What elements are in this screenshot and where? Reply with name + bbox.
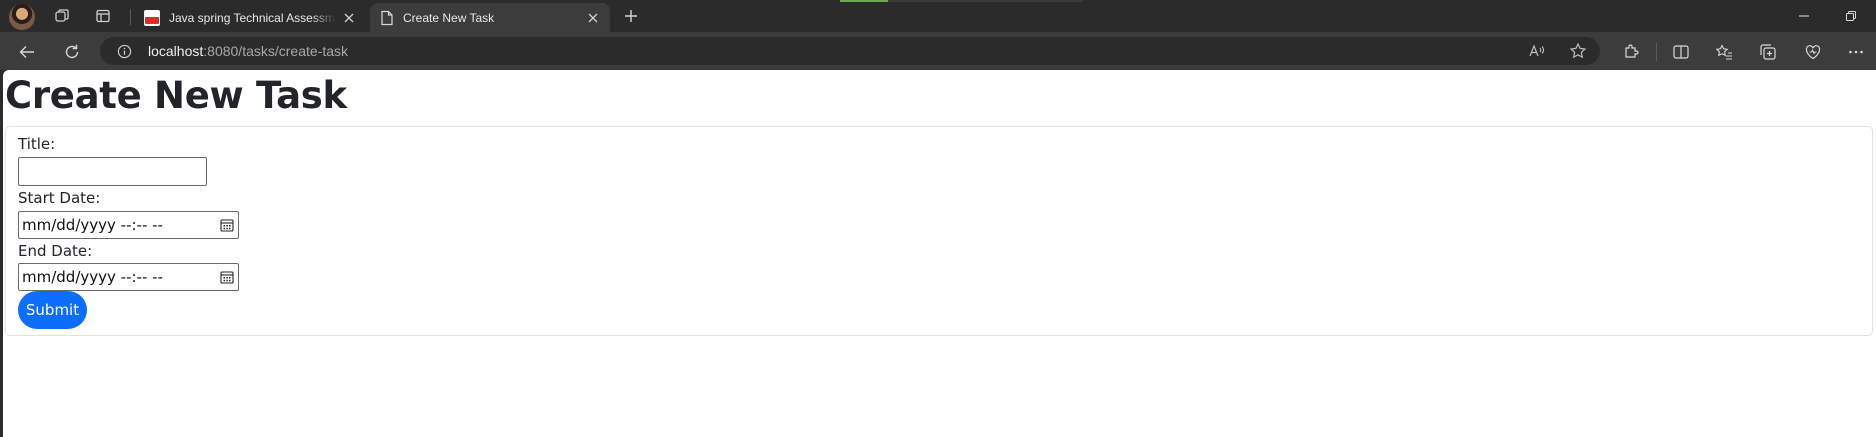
restore-icon[interactable] bbox=[1843, 8, 1859, 24]
profile-avatar[interactable] bbox=[9, 4, 35, 30]
new-tab-plus-icon[interactable] bbox=[622, 7, 640, 25]
tab-strip: Java spring Technical Assessment Create … bbox=[0, 0, 1876, 32]
extensions-puzzle-icon[interactable] bbox=[1621, 42, 1641, 62]
vertical-tabs-icon[interactable] bbox=[94, 7, 112, 25]
pdf-icon bbox=[144, 9, 160, 26]
url-path: :8080/tasks/create-task bbox=[203, 43, 349, 59]
split-screen-icon[interactable] bbox=[1671, 42, 1691, 62]
collections-icon[interactable] bbox=[1758, 42, 1778, 62]
page-viewport: Create New Task Title: Start Date: mm/dd… bbox=[3, 70, 1876, 437]
close-icon[interactable] bbox=[586, 11, 600, 25]
submit-button[interactable]: Submit bbox=[18, 291, 87, 329]
address-bar[interactable]: localhost:8080/tasks/create-task bbox=[100, 37, 1600, 65]
tab-create-new-task[interactable]: Create New Task bbox=[370, 3, 610, 32]
end-date-label: End Date: bbox=[18, 242, 93, 260]
create-task-form: Title: Start Date: mm/dd/yyyy --:-- -- E… bbox=[5, 126, 1873, 336]
minimize-icon[interactable] bbox=[1796, 8, 1812, 24]
calendar-icon[interactable] bbox=[220, 218, 234, 232]
favorite-star-icon[interactable] bbox=[1569, 42, 1587, 60]
close-icon[interactable] bbox=[342, 11, 356, 25]
refresh-icon[interactable] bbox=[62, 42, 82, 62]
tab-title: Create New Task bbox=[403, 10, 495, 25]
start-date-label: Start Date: bbox=[18, 189, 101, 207]
title-input[interactable] bbox=[18, 157, 207, 186]
tab-strip-divider bbox=[130, 9, 131, 25]
calendar-icon[interactable] bbox=[220, 270, 234, 284]
title-label: Title: bbox=[18, 135, 56, 153]
page-title: Create New Task bbox=[5, 74, 347, 117]
browser-toolbar: localhost:8080/tasks/create-task bbox=[0, 32, 1876, 70]
url-text[interactable]: localhost:8080/tasks/create-task bbox=[148, 43, 348, 59]
workspaces-icon[interactable] bbox=[53, 7, 71, 25]
tab-title: Java spring Technical Assessment bbox=[169, 10, 336, 25]
end-date-value: mm/dd/yyyy --:-- -- bbox=[22, 268, 163, 286]
page-icon bbox=[380, 10, 394, 26]
start-date-input[interactable]: mm/dd/yyyy --:-- -- bbox=[18, 211, 239, 239]
favorites-list-icon[interactable] bbox=[1714, 42, 1734, 62]
more-options-icon[interactable] bbox=[1846, 42, 1866, 62]
url-host: localhost bbox=[148, 43, 204, 59]
read-aloud-icon[interactable] bbox=[1528, 42, 1546, 60]
window-accent-line bbox=[840, 0, 888, 2]
back-arrow-icon[interactable] bbox=[17, 42, 37, 62]
site-info-icon[interactable] bbox=[116, 43, 132, 59]
end-date-input[interactable]: mm/dd/yyyy --:-- -- bbox=[18, 263, 239, 291]
toolbar-divider bbox=[1656, 43, 1657, 61]
browser-essentials-icon[interactable] bbox=[1803, 42, 1823, 62]
tab-java-spring-assessment[interactable]: Java spring Technical Assessment bbox=[134, 3, 366, 32]
start-date-value: mm/dd/yyyy --:-- -- bbox=[22, 216, 163, 234]
window-accent-line-dim bbox=[888, 0, 1083, 2]
